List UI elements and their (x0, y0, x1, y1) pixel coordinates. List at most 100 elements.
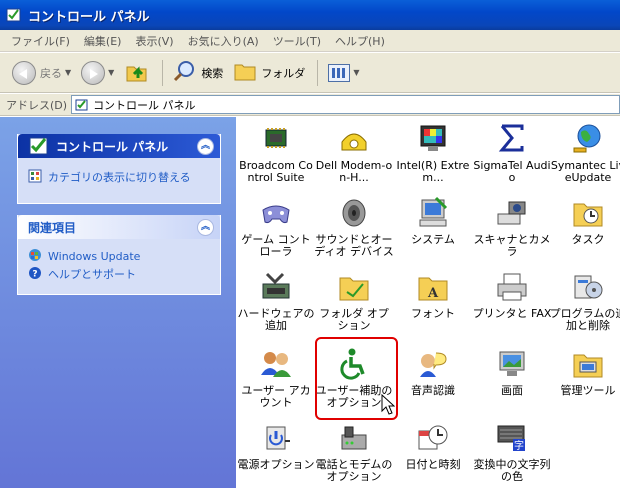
item-label: ゲーム コントローラ (241, 233, 311, 258)
item-add-hardware[interactable]: ハードウェアの追加 (236, 270, 316, 332)
up-folder-button[interactable] (120, 57, 154, 89)
menu-bar: ファイル(F) 編集(E) 表示(V) お気に入り(A) ツール(T) ヘルプ(… (0, 30, 620, 52)
sigma-icon (495, 122, 529, 156)
item-scanners-cameras[interactable]: スキャナとカメラ (472, 196, 552, 258)
item-add-remove-programs[interactable]: プログラムの追加と削除 (548, 270, 620, 332)
search-button[interactable]: 検索 (169, 57, 227, 89)
menu-file[interactable]: ファイル(F) (4, 33, 77, 49)
item-game-controllers[interactable]: ゲーム コントローラ (236, 196, 316, 258)
chevron-down-icon[interactable]: ▼ (108, 68, 114, 77)
item-administrative-tools[interactable]: 管理ツール (548, 347, 620, 397)
windows-update-label: Windows Update (48, 249, 141, 263)
toolbar: 戻る ▼ ▼ 検索 フォルダ ▼ (0, 53, 620, 93)
admin-tools-icon (571, 347, 605, 381)
item-label: フォント (411, 307, 455, 320)
folder-icon (233, 59, 257, 86)
programs-icon (571, 270, 605, 304)
item-label: 日付と時刻 (405, 458, 461, 471)
chevron-down-icon[interactable]: ▼ (65, 68, 71, 77)
item-power-options[interactable]: 電源オプション (236, 421, 316, 471)
item-display[interactable]: 画面 (472, 347, 552, 397)
clock-icon (416, 421, 450, 455)
related-items-section-header[interactable]: 関連項目 ︽ (18, 215, 220, 239)
control-panel-section-title: コントロール パネル (56, 139, 169, 154)
item-ime-conversion-colors[interactable]: 字 変換中の文字列の色 (472, 421, 552, 483)
item-printers-fax[interactable]: プリンタと FAX (472, 270, 552, 320)
menu-view[interactable]: 表示(V) (128, 33, 180, 49)
back-button[interactable]: 戻る ▼ (8, 57, 75, 89)
chip-icon (259, 122, 293, 156)
related-items-section: 関連項目 ︽ Windows Update ? ヘルプとサポート (17, 215, 221, 295)
views-icon (328, 63, 351, 82)
folders-button[interactable]: フォルダ (229, 57, 309, 89)
search-icon (173, 59, 197, 86)
item-user-accounts[interactable]: ユーザー アカウント (236, 347, 316, 409)
display-icon (495, 347, 529, 381)
task-pane: コントロール パネル ︽ カテゴリの表示に切り替える 関連項目 ︽ Window (0, 117, 236, 488)
printer-icon (495, 270, 529, 304)
item-system[interactable]: システム (393, 196, 473, 246)
collapse-icon[interactable]: ︽ (197, 218, 214, 236)
control-panel-section-header[interactable]: コントロール パネル ︽ (18, 134, 220, 158)
item-date-time[interactable]: 日付と時刻 (393, 421, 473, 471)
monitor-icon (416, 122, 450, 156)
chevron-down-icon[interactable]: ▼ (353, 68, 359, 77)
item-scheduled-tasks[interactable]: タスク (548, 196, 620, 246)
item-broadcom-control-suite[interactable]: Broadcom Control Suite (236, 122, 316, 184)
item-label: Dell Modem-on-H... (315, 159, 393, 184)
address-value: コントロール パネル (93, 98, 196, 112)
item-sounds-audio-devices[interactable]: サウンドとオーディオ デバイス (314, 196, 394, 258)
item-symantec-liveupdate[interactable]: Symantec LiveUpdate (548, 122, 620, 184)
back-arrow-icon (12, 60, 36, 85)
globe-icon (571, 122, 605, 156)
control-panel-icon (28, 135, 50, 157)
item-label: システム (411, 233, 455, 246)
item-label: プリンタと FAX (472, 307, 552, 320)
address-label: アドレス(D) (6, 98, 68, 112)
menu-help[interactable]: ヘルプ(H) (328, 33, 392, 49)
forward-button[interactable]: ▼ (77, 57, 118, 89)
switch-to-category-view-label: カテゴリの表示に切り替える (48, 171, 191, 184)
item-folder-options[interactable]: フォルダ オプション (314, 270, 394, 332)
mouse-cursor-icon (381, 393, 396, 416)
toolbar-separator (317, 59, 319, 86)
menu-favorites[interactable]: お気に入り(A) (181, 33, 266, 49)
task-icon (571, 196, 605, 230)
item-label: 電話とモデムのオプション (315, 458, 393, 483)
item-intel-extreme[interactable]: Intel(R) Extrem... (393, 122, 473, 184)
forward-arrow-icon (81, 60, 106, 85)
item-label: タスク (571, 233, 605, 246)
item-label: Broadcom Control Suite (239, 159, 313, 184)
control-panel-window: コントロール パネル ファイル(F) 編集(E) 表示(V) お気に入り(A) … (0, 0, 620, 488)
back-label: 戻る (40, 66, 62, 80)
menu-edit[interactable]: 編集(E) (77, 33, 129, 49)
item-phone-modem-options[interactable]: 電話とモデムのオプション (314, 421, 394, 483)
control-panel-icon (75, 98, 89, 112)
collapse-icon[interactable]: ︽ (197, 137, 214, 155)
hardware-icon (259, 270, 293, 304)
windows-update-link[interactable]: Windows Update (18, 247, 220, 265)
toolbar-separator (162, 59, 164, 86)
address-bar: アドレス(D) コントロール パネル (0, 94, 620, 116)
switch-to-category-view-link[interactable]: カテゴリの表示に切り替える (18, 168, 220, 186)
item-label: Symantec LiveUpdate (550, 159, 620, 184)
font-folder-icon: A (416, 270, 450, 304)
address-field[interactable]: コントロール パネル (71, 95, 620, 114)
help-and-support-link[interactable]: ? ヘルプとサポート (18, 265, 220, 283)
item-speech[interactable]: 音声認識 (393, 347, 473, 397)
speaker-icon (337, 196, 371, 230)
item-fonts[interactable]: A フォント (393, 270, 473, 320)
item-label: 画面 (501, 384, 523, 397)
svg-text:字: 字 (514, 439, 524, 452)
item-sigmatel-audio[interactable]: SigmaTel Audio (472, 122, 552, 184)
item-dell-modem[interactable]: Dell Modem-on-H... (314, 122, 394, 184)
views-button[interactable]: ▼ (324, 57, 363, 89)
computer-icon (416, 196, 450, 230)
menu-tools[interactable]: ツール(T) (266, 33, 328, 49)
control-panel-items: Broadcom Control Suite Dell Modem-on-H..… (236, 117, 620, 488)
search-label: 検索 (201, 66, 224, 80)
svg-text:?: ? (32, 269, 37, 279)
help-and-support-label: ヘルプとサポート (48, 268, 136, 281)
control-panel-section: コントロール パネル ︽ カテゴリの表示に切り替える (17, 134, 221, 204)
power-icon (259, 421, 293, 455)
